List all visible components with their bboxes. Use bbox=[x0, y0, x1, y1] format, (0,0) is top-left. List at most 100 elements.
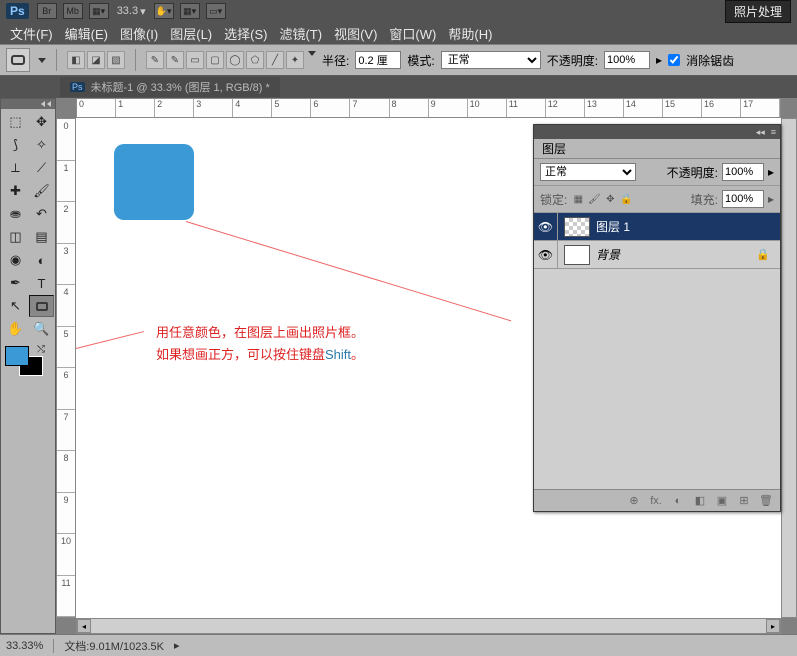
layers-tab[interactable]: 图层 bbox=[534, 139, 780, 159]
screen-mode-button[interactable]: ▦▾ bbox=[89, 3, 109, 19]
scroll-left-button[interactable]: ◂ bbox=[77, 619, 91, 633]
radius-input[interactable] bbox=[355, 51, 401, 69]
fill-arrow-icon[interactable]: ▸ bbox=[768, 192, 774, 206]
group-icon[interactable]: ▣ bbox=[714, 494, 730, 507]
lock-transparency-icon[interactable]: ▦ bbox=[571, 192, 585, 206]
vertical-ruler[interactable]: 01234567891011 bbox=[56, 118, 76, 618]
shape-layers-button[interactable]: ◧ bbox=[67, 51, 85, 69]
panel-header[interactable]: ◂◂≡ bbox=[534, 125, 780, 139]
menu-image[interactable]: 图像(I) bbox=[120, 24, 158, 43]
history-brush-tool[interactable]: ↶ bbox=[29, 203, 54, 225]
eyedropper-tool[interactable]: ⟋ bbox=[29, 157, 54, 179]
magic-wand-tool[interactable]: ✧ bbox=[29, 134, 54, 156]
healing-brush-tool[interactable]: ✚ bbox=[3, 180, 28, 202]
adjustment-layer-icon[interactable]: ◧ bbox=[692, 494, 708, 507]
layer-thumbnail[interactable] bbox=[564, 217, 590, 237]
brush-tool[interactable]: 🖌 bbox=[29, 180, 54, 202]
view-icon[interactable]: ▭▾ bbox=[206, 3, 226, 19]
layer-item[interactable]: 👁 图层 1 bbox=[534, 213, 780, 241]
layers-footer: ⊕ fx. ◐ ◧ ▣ ⊞ 🗑 bbox=[534, 489, 780, 511]
zoom-status[interactable]: 33.33% bbox=[6, 640, 43, 652]
menu-bar: 文件(F) 编辑(E) 图像(I) 图层(L) 选择(S) 滤镜(T) 视图(V… bbox=[0, 22, 797, 44]
horizontal-scrollbar[interactable]: ◂ ▸ bbox=[76, 618, 781, 634]
pen-icon[interactable]: ✎ bbox=[146, 51, 164, 69]
visibility-icon[interactable]: 👁 bbox=[534, 241, 558, 268]
menu-window[interactable]: 窗口(W) bbox=[389, 24, 436, 43]
line-icon[interactable]: ╱ bbox=[266, 51, 284, 69]
menu-help[interactable]: 帮助(H) bbox=[448, 24, 492, 43]
dodge-tool[interactable]: ◐ bbox=[29, 249, 54, 271]
crop-tool[interactable]: ⟂ bbox=[3, 157, 28, 179]
panel-collapse-button[interactable] bbox=[1, 99, 55, 109]
document-title: 未标题-1 @ 33.3% (图层 1, RGB/8) * bbox=[91, 79, 270, 95]
rect-icon[interactable]: ▭ bbox=[186, 51, 204, 69]
path-select-tool[interactable]: ↖ bbox=[3, 295, 28, 317]
document-tab[interactable]: Ps 未标题-1 @ 33.3% (图层 1, RGB/8) * bbox=[60, 77, 280, 97]
layer-style-icon[interactable]: fx. bbox=[648, 495, 664, 507]
workspace-switcher[interactable]: 照片处理 bbox=[725, 0, 791, 23]
fill-pixels-button[interactable]: ▧ bbox=[107, 51, 125, 69]
layer-item[interactable]: 👁 背景 🔒 bbox=[534, 241, 780, 269]
move-tool[interactable]: ✥ bbox=[29, 111, 54, 133]
hand-icon[interactable]: ✋▾ bbox=[154, 3, 174, 19]
clone-stamp-tool[interactable]: ⛂ bbox=[3, 203, 28, 225]
minibridge-button[interactable]: Mb bbox=[63, 3, 83, 19]
opacity-input[interactable] bbox=[604, 51, 650, 69]
paths-button[interactable]: ◪ bbox=[87, 51, 105, 69]
opacity-arrow-icon[interactable]: ▸ bbox=[768, 165, 774, 179]
custom-shape-icon[interactable]: ✦ bbox=[286, 51, 304, 69]
menu-file[interactable]: 文件(F) bbox=[10, 24, 53, 43]
lock-all-icon[interactable]: 🔒 bbox=[619, 192, 633, 206]
blur-tool[interactable]: ◉ bbox=[3, 249, 28, 271]
scroll-right-button[interactable]: ▸ bbox=[766, 619, 780, 633]
polygon-icon[interactable]: ⬠ bbox=[246, 51, 264, 69]
link-layers-icon[interactable]: ⊕ bbox=[626, 494, 642, 507]
foreground-color[interactable] bbox=[5, 346, 29, 366]
vertical-scrollbar[interactable] bbox=[781, 118, 797, 618]
radius-label: 半径: bbox=[322, 52, 349, 69]
zoom-level[interactable]: 33.3 ▾ bbox=[117, 5, 146, 18]
layer-blend-select[interactable]: 正常 bbox=[540, 163, 636, 181]
marquee-tool[interactable]: ⬚ bbox=[3, 111, 28, 133]
visibility-icon[interactable]: 👁 bbox=[534, 213, 558, 240]
antialias-checkbox[interactable] bbox=[668, 54, 680, 66]
gradient-tool[interactable]: ▤ bbox=[29, 226, 54, 248]
menu-view[interactable]: 视图(V) bbox=[334, 24, 377, 43]
layer-name[interactable]: 背景 bbox=[596, 246, 620, 263]
pen-tool[interactable]: ✒ bbox=[3, 272, 28, 294]
zoom-tool[interactable]: 🔍 bbox=[29, 318, 54, 340]
menu-filter[interactable]: 滤镜(T) bbox=[279, 24, 322, 43]
document-info[interactable]: 文档:9.01M/1023.5K bbox=[64, 638, 164, 654]
blend-mode-select[interactable]: 正常 bbox=[441, 51, 541, 69]
opacity-arrow-icon[interactable]: ▸ bbox=[656, 53, 662, 67]
lock-image-icon[interactable]: 🖌 bbox=[587, 192, 601, 206]
ellipse-icon[interactable]: ◯ bbox=[226, 51, 244, 69]
menu-select[interactable]: 选择(S) bbox=[224, 24, 267, 43]
tool-preset-dropdown[interactable] bbox=[38, 58, 46, 63]
rounded-rectangle-tool[interactable] bbox=[29, 295, 54, 317]
new-layer-icon[interactable]: ⊞ bbox=[736, 494, 752, 507]
delete-layer-icon[interactable]: 🗑 bbox=[758, 494, 774, 507]
fill-input[interactable] bbox=[722, 190, 764, 208]
layer-name[interactable]: 图层 1 bbox=[596, 218, 630, 235]
rounded-rect-icon[interactable]: ▢ bbox=[206, 51, 224, 69]
eraser-tool[interactable]: ◫ bbox=[3, 226, 28, 248]
menu-layer[interactable]: 图层(L) bbox=[170, 24, 212, 43]
arrange-icon[interactable]: ▦▾ bbox=[180, 3, 200, 19]
freeform-pen-icon[interactable]: ✎ bbox=[166, 51, 184, 69]
shape-options-dropdown[interactable] bbox=[308, 51, 316, 56]
lock-position-icon[interactable]: ✥ bbox=[603, 192, 617, 206]
bridge-button[interactable]: Br bbox=[37, 3, 57, 19]
layer-mask-icon[interactable]: ◐ bbox=[670, 495, 686, 507]
drawn-shape[interactable] bbox=[114, 144, 194, 220]
menu-edit[interactable]: 编辑(E) bbox=[65, 24, 108, 43]
layer-thumbnail[interactable] bbox=[564, 245, 590, 265]
layer-opacity-input[interactable] bbox=[722, 163, 764, 181]
swap-colors-icon[interactable]: ⤭ bbox=[37, 344, 45, 355]
info-arrow-icon[interactable]: ▸ bbox=[174, 639, 180, 652]
type-tool[interactable]: T bbox=[29, 272, 54, 294]
lasso-tool[interactable]: ⟆ bbox=[3, 134, 28, 156]
horizontal-ruler[interactable]: 01234567891011121314151617 bbox=[76, 98, 781, 118]
current-tool-preset[interactable] bbox=[6, 48, 30, 72]
hand-tool[interactable]: ✋ bbox=[3, 318, 28, 340]
